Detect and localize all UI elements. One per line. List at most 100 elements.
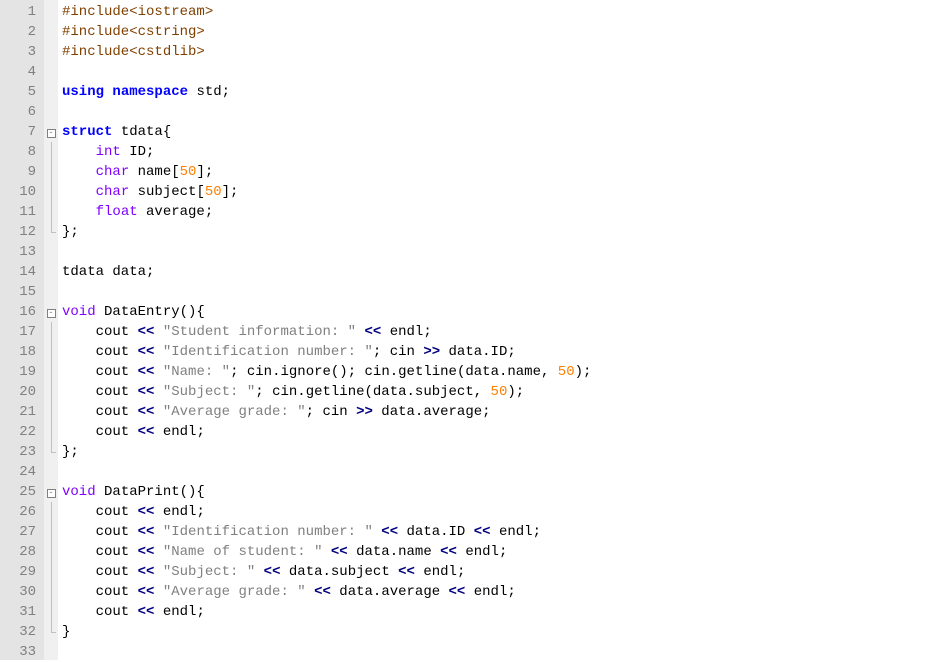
code-line[interactable]: };	[62, 222, 939, 242]
line-number: 27	[4, 522, 36, 542]
line-number-gutter: 1234567891011121314151617181920212223242…	[0, 0, 44, 660]
code-line[interactable]: void DataPrint(){	[62, 482, 939, 502]
code-line[interactable]: cout << "Identification number: " << dat…	[62, 522, 939, 542]
code-line[interactable]: char subject[50];	[62, 182, 939, 202]
fold-cell	[44, 582, 58, 602]
fold-cell	[44, 142, 58, 162]
fold-cell	[44, 282, 58, 302]
fold-cell	[44, 182, 58, 202]
line-number: 12	[4, 222, 36, 242]
line-number: 5	[4, 82, 36, 102]
fold-cell	[44, 622, 58, 642]
fold-cell	[44, 402, 58, 422]
line-number: 23	[4, 442, 36, 462]
fold-minus-icon[interactable]: -	[47, 489, 56, 498]
line-number: 17	[4, 322, 36, 342]
code-line[interactable]	[62, 462, 939, 482]
fold-cell[interactable]: -	[44, 122, 58, 142]
line-number: 29	[4, 562, 36, 582]
line-number: 20	[4, 382, 36, 402]
fold-cell	[44, 222, 58, 242]
code-line[interactable]	[62, 642, 939, 662]
fold-cell[interactable]: -	[44, 482, 58, 502]
fold-cell	[44, 382, 58, 402]
code-line[interactable]: tdata data;	[62, 262, 939, 282]
fold-cell	[44, 242, 58, 262]
line-number: 8	[4, 142, 36, 162]
fold-cell	[44, 202, 58, 222]
code-line[interactable]: }	[62, 622, 939, 642]
fold-column[interactable]: - - -	[44, 0, 58, 660]
fold-cell	[44, 342, 58, 362]
fold-cell[interactable]: -	[44, 302, 58, 322]
line-number: 33	[4, 642, 36, 662]
line-number: 32	[4, 622, 36, 642]
fold-cell	[44, 162, 58, 182]
fold-cell	[44, 42, 58, 62]
code-line[interactable]: char name[50];	[62, 162, 939, 182]
code-line[interactable]: cout << endl;	[62, 422, 939, 442]
fold-cell	[44, 362, 58, 382]
code-line[interactable]: cout << "Subject: "; cin.getline(data.su…	[62, 382, 939, 402]
line-number: 15	[4, 282, 36, 302]
line-number: 2	[4, 22, 36, 42]
code-line[interactable]: #include<cstring>	[62, 22, 939, 42]
code-line[interactable]: struct tdata{	[62, 122, 939, 142]
line-number: 13	[4, 242, 36, 262]
line-number: 28	[4, 542, 36, 562]
fold-cell	[44, 322, 58, 342]
code-line[interactable]: #include<iostream>	[62, 2, 939, 22]
code-line[interactable]: cout << endl;	[62, 602, 939, 622]
line-number: 6	[4, 102, 36, 122]
code-editor-area[interactable]: #include<iostream>#include<cstring>#incl…	[58, 0, 943, 660]
code-line[interactable]: cout << "Average grade: " << data.averag…	[62, 582, 939, 602]
fold-cell	[44, 462, 58, 482]
fold-cell	[44, 22, 58, 42]
fold-minus-icon[interactable]: -	[47, 309, 56, 318]
line-number: 18	[4, 342, 36, 362]
code-line[interactable]	[62, 242, 939, 262]
fold-cell	[44, 62, 58, 82]
line-number: 30	[4, 582, 36, 602]
code-line[interactable]	[62, 102, 939, 122]
code-line[interactable]: int ID;	[62, 142, 939, 162]
fold-cell	[44, 262, 58, 282]
code-line[interactable]: cout << "Subject: " << data.subject << e…	[62, 562, 939, 582]
code-line[interactable]: cout << "Name: "; cin.ignore(); cin.getl…	[62, 362, 939, 382]
line-number: 22	[4, 422, 36, 442]
code-line[interactable]	[62, 282, 939, 302]
line-number: 3	[4, 42, 36, 62]
code-line[interactable]: cout << "Name of student: " << data.name…	[62, 542, 939, 562]
fold-minus-icon[interactable]: -	[47, 129, 56, 138]
fold-cell	[44, 422, 58, 442]
fold-cell	[44, 82, 58, 102]
code-line[interactable]: cout << "Average grade: "; cin >> data.a…	[62, 402, 939, 422]
code-line[interactable]: #include<cstdlib>	[62, 42, 939, 62]
code-line[interactable]: cout << "Identification number: "; cin >…	[62, 342, 939, 362]
fold-cell	[44, 602, 58, 622]
code-line[interactable]: };	[62, 442, 939, 462]
line-number: 19	[4, 362, 36, 382]
line-number: 4	[4, 62, 36, 82]
fold-cell	[44, 642, 58, 662]
line-number: 7	[4, 122, 36, 142]
code-line[interactable]: using namespace std;	[62, 82, 939, 102]
line-number: 24	[4, 462, 36, 482]
fold-cell	[44, 522, 58, 542]
code-line[interactable]: cout << "Student information: " << endl;	[62, 322, 939, 342]
code-line[interactable]	[62, 62, 939, 82]
line-number: 16	[4, 302, 36, 322]
code-line[interactable]: float average;	[62, 202, 939, 222]
fold-cell	[44, 442, 58, 462]
line-number: 26	[4, 502, 36, 522]
fold-cell	[44, 102, 58, 122]
fold-cell	[44, 542, 58, 562]
code-line[interactable]: cout << endl;	[62, 502, 939, 522]
line-number: 25	[4, 482, 36, 502]
line-number: 9	[4, 162, 36, 182]
fold-cell	[44, 2, 58, 22]
fold-cell	[44, 562, 58, 582]
line-number: 14	[4, 262, 36, 282]
line-number: 1	[4, 2, 36, 22]
code-line[interactable]: void DataEntry(){	[62, 302, 939, 322]
